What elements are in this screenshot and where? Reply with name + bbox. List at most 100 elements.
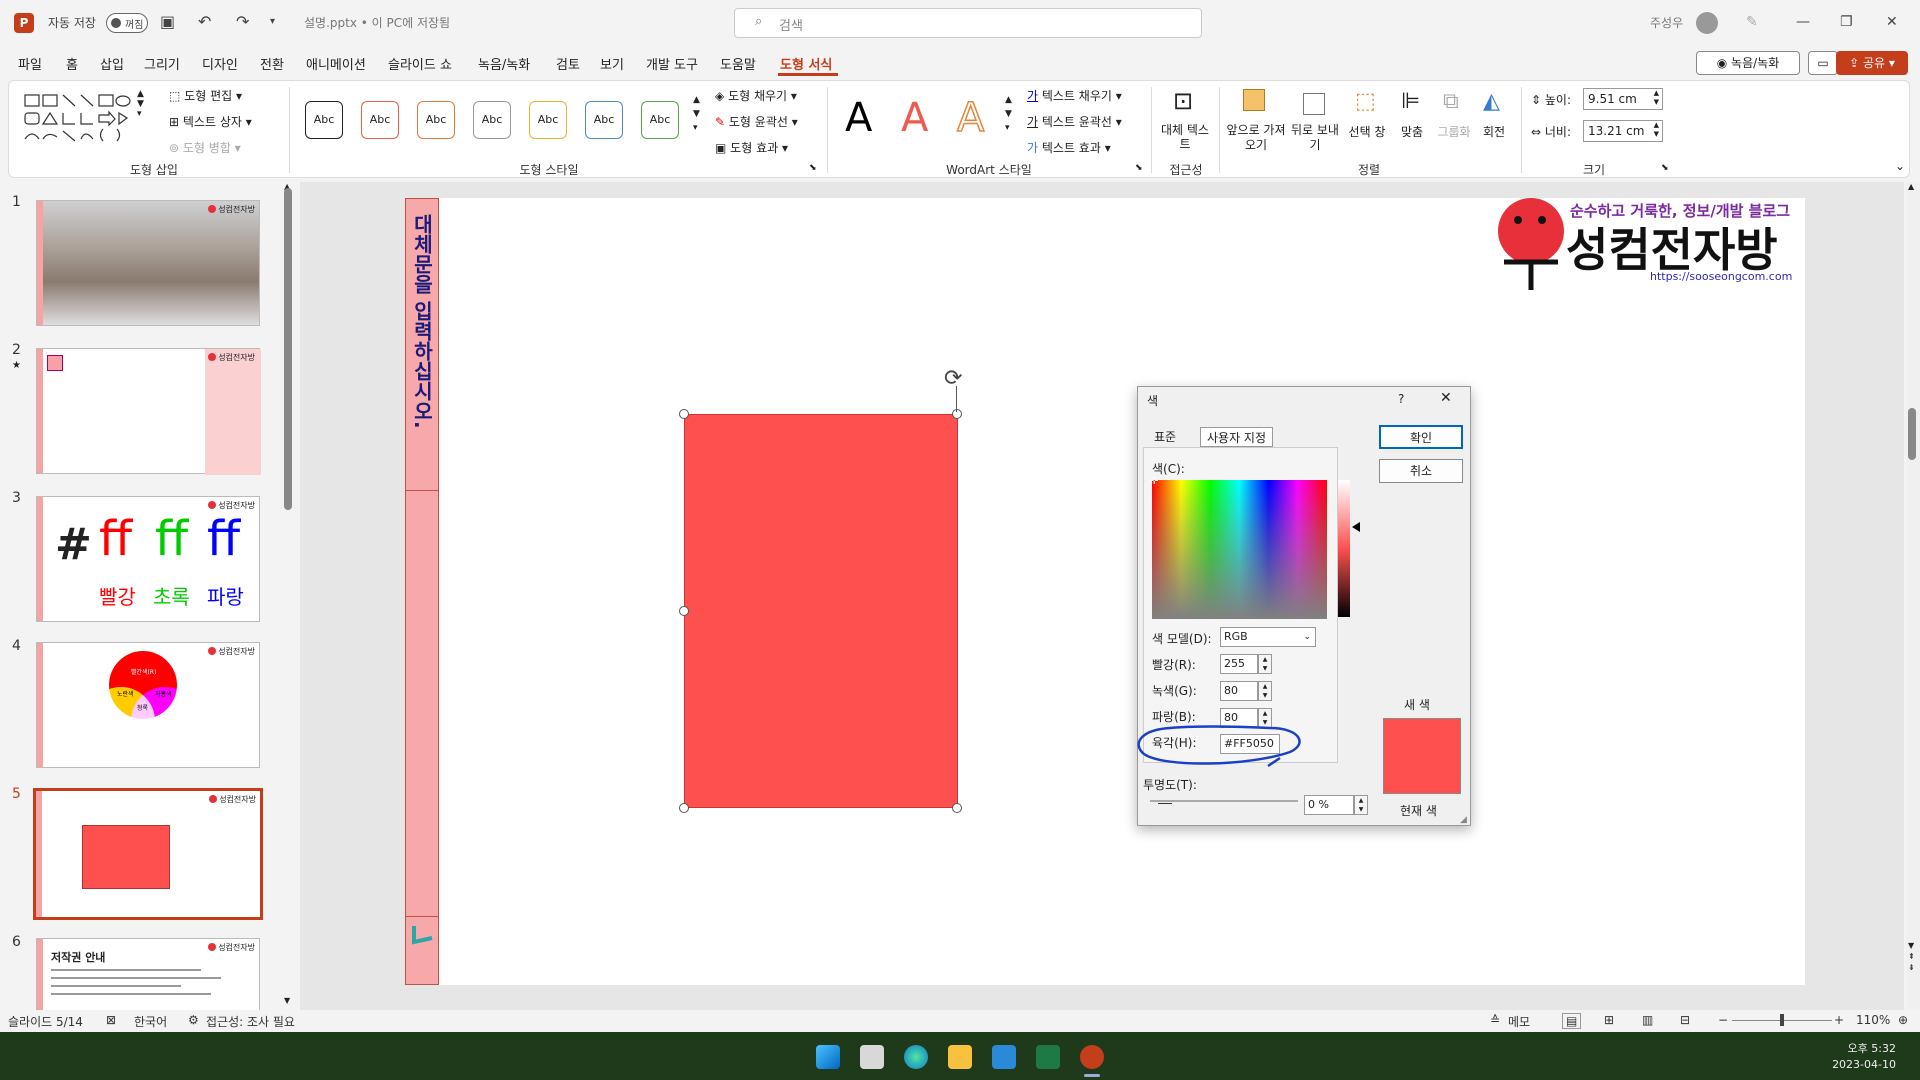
thumbnail-scrollbar[interactable]: [284, 188, 292, 510]
menu-design[interactable]: 디자인: [202, 54, 238, 73]
menu-slideshow[interactable]: 슬라이드 쇼: [388, 54, 452, 73]
red-spinner[interactable]: ▲ ▼: [1258, 654, 1272, 674]
rotate-button[interactable]: ◭ 회전: [1475, 87, 1513, 161]
slide-thumbnail-4[interactable]: 성컴전자방 빨간색(R) 초록색(G) 파란색(B) 노란색 자홍색 청록: [36, 642, 260, 768]
selection-pane-button[interactable]: ⬚ 선택 창: [1343, 87, 1391, 161]
dialog-close-icon[interactable]: ✕: [1440, 390, 1452, 406]
zoom-in-icon[interactable]: +: [1834, 1013, 1844, 1027]
wordart-style-orange-outline[interactable]: A: [956, 94, 985, 142]
accessibility-icon[interactable]: ⚙: [188, 1013, 199, 1027]
wordart-launcher-icon[interactable]: ⬊: [1135, 163, 1143, 173]
menu-file[interactable]: 파일: [18, 54, 42, 73]
menu-developer[interactable]: 개발 도구: [646, 54, 698, 73]
zoom-slider-thumb[interactable]: [1780, 1014, 1784, 1026]
file-name[interactable]: 설명.pptx • 이 PC에 저장됨: [304, 13, 450, 33]
send-backward-button[interactable]: 뒤로 보내기: [1289, 87, 1341, 161]
menu-review[interactable]: 검토: [556, 54, 580, 73]
slide-sorter-icon[interactable]: ⊞: [1604, 1013, 1614, 1027]
menu-home[interactable]: 홈: [66, 54, 78, 73]
slide-thumbnail-6[interactable]: 성컴전자방 저작권 안내: [36, 938, 260, 1012]
file-explorer-icon[interactable]: [948, 1045, 972, 1069]
red-input[interactable]: 255: [1220, 654, 1258, 674]
menu-insert[interactable]: 삽입: [100, 54, 124, 73]
height-input[interactable]: 9.51 cm ▲ ▼: [1583, 88, 1663, 110]
text-fill-button[interactable]: 가 텍스트 채우기 ▾: [1027, 87, 1122, 104]
gallery-scroll-icon[interactable]: ▲ ▼ ▾: [137, 89, 144, 119]
cancel-button[interactable]: 취소: [1379, 459, 1463, 483]
search-box[interactable]: ⌕ 검색: [734, 8, 1202, 38]
align-button[interactable]: ⊫ 맞춤: [1393, 87, 1431, 161]
tab-standard[interactable]: 표준: [1148, 427, 1182, 447]
panel-scroll-down-icon[interactable]: ▼: [284, 996, 290, 1005]
excel-icon[interactable]: [1036, 1045, 1060, 1069]
shape-styles-launcher-icon[interactable]: ⬊: [809, 163, 817, 173]
slide-canvas[interactable]: [405, 198, 1805, 985]
user-name[interactable]: 주성우: [1650, 13, 1683, 33]
slide-scroll-up-icon[interactable]: ▲: [1908, 182, 1914, 191]
avatar[interactable]: [1696, 12, 1718, 34]
text-outline-button[interactable]: 가 텍스트 윤곽선 ▾: [1027, 113, 1122, 130]
help-icon[interactable]: ?: [1398, 392, 1404, 406]
slide-thumbnail-2[interactable]: 성컴전자방: [36, 348, 261, 475]
selected-red-rectangle[interactable]: [684, 414, 958, 808]
shape-style-1[interactable]: Abc: [305, 101, 343, 139]
slide-thumbnail-3[interactable]: 성컴전자방 # ff ff ff 빨강 초록 파랑: [36, 496, 260, 622]
size-launcher-icon[interactable]: ⬊: [1661, 163, 1669, 173]
undo-icon[interactable]: ↶: [198, 12, 211, 32]
language-status[interactable]: 한국어: [134, 1013, 167, 1030]
shape-outline-button[interactable]: ✎ 도형 윤곽선 ▾: [715, 113, 798, 130]
ok-button[interactable]: 확인: [1379, 425, 1463, 449]
bring-forward-button[interactable]: 앞으로 가져오기: [1225, 87, 1287, 161]
shape-effects-button[interactable]: ▣ 도형 효과 ▾: [715, 139, 788, 156]
slide-nav-icons[interactable]: ▼ ⇞ ⇟: [1908, 940, 1915, 973]
pen-icon[interactable]: ✎: [1746, 12, 1758, 32]
wordart-gallery-scroll-icon[interactable]: ▲ ▼ ▾: [1005, 93, 1012, 135]
share-button[interactable]: ⇪ 공유 ▾: [1836, 51, 1908, 75]
shape-style-7[interactable]: Abc: [641, 101, 679, 139]
accessibility-status[interactable]: 접근성: 조사 필요: [206, 1013, 295, 1030]
color-spectrum-picker[interactable]: [1152, 480, 1327, 619]
resize-handle-sw[interactable]: [679, 803, 689, 813]
resize-handle-nw[interactable]: [679, 409, 689, 419]
autosave-toggle[interactable]: 꺼짐: [106, 13, 148, 33]
shape-style-5[interactable]: Abc: [529, 101, 567, 139]
shape-style-6[interactable]: Abc: [585, 101, 623, 139]
clock-date[interactable]: 2023-04-10: [1832, 1058, 1896, 1071]
save-icon[interactable]: ▣: [160, 12, 175, 32]
shape-style-3[interactable]: Abc: [417, 101, 455, 139]
comments-button[interactable]: ▭: [1808, 51, 1838, 75]
menu-animations[interactable]: 애니메이션: [306, 54, 366, 73]
menu-help[interactable]: 도움말: [720, 54, 756, 73]
shape-fill-button[interactable]: ◈ 도형 채우기 ▾: [715, 87, 797, 104]
vertical-title-text[interactable]: 대체문을 입력하십시오.: [404, 214, 440, 434]
tab-custom[interactable]: 사용자 지정: [1200, 427, 1274, 447]
shape-style-4[interactable]: Abc: [473, 101, 511, 139]
zoom-out-icon[interactable]: −: [1718, 1013, 1728, 1027]
shapes-gallery[interactable]: [23, 91, 153, 149]
redo-icon[interactable]: ↷: [236, 12, 249, 32]
menu-view[interactable]: 보기: [600, 54, 624, 73]
menu-draw[interactable]: 그리기: [144, 54, 180, 73]
resize-handle-s[interactable]: [952, 803, 962, 813]
merge-shapes-button[interactable]: ⊚ 도형 병합 ▾: [169, 139, 241, 156]
zoom-level[interactable]: 110%: [1856, 1013, 1890, 1027]
height-spin-icon[interactable]: ▲ ▼: [1654, 89, 1659, 107]
resize-handle-n[interactable]: [952, 409, 962, 419]
green-spinner[interactable]: ▲ ▼: [1258, 681, 1272, 701]
menu-shape-format[interactable]: 도형 서식: [780, 54, 832, 73]
notes-button[interactable]: 메모: [1508, 1013, 1530, 1030]
record-button[interactable]: ◉ 녹음/녹화: [1696, 51, 1800, 75]
spellcheck-icon[interactable]: ⊠: [106, 1013, 116, 1027]
slide-thumbnail-5[interactable]: 성컴전자방: [33, 788, 263, 920]
resize-grip-icon[interactable]: ◢: [1460, 815, 1467, 825]
transparency-slider[interactable]: [1150, 800, 1298, 802]
shape-style-2[interactable]: Abc: [361, 101, 399, 139]
style-gallery-scroll-icon[interactable]: ▲ ▼ ▾: [693, 93, 700, 135]
color-model-select[interactable]: RGB ⌄: [1220, 627, 1316, 647]
rotate-handle-icon[interactable]: ⟳: [944, 366, 962, 391]
width-spin-icon[interactable]: ▲ ▼: [1654, 121, 1659, 139]
close-window-icon[interactable]: ✕: [1886, 12, 1898, 32]
menu-record[interactable]: 녹음/녹화: [478, 54, 530, 73]
slideshow-view-icon[interactable]: ⊟: [1680, 1013, 1690, 1027]
vscode-icon[interactable]: [992, 1045, 1016, 1069]
